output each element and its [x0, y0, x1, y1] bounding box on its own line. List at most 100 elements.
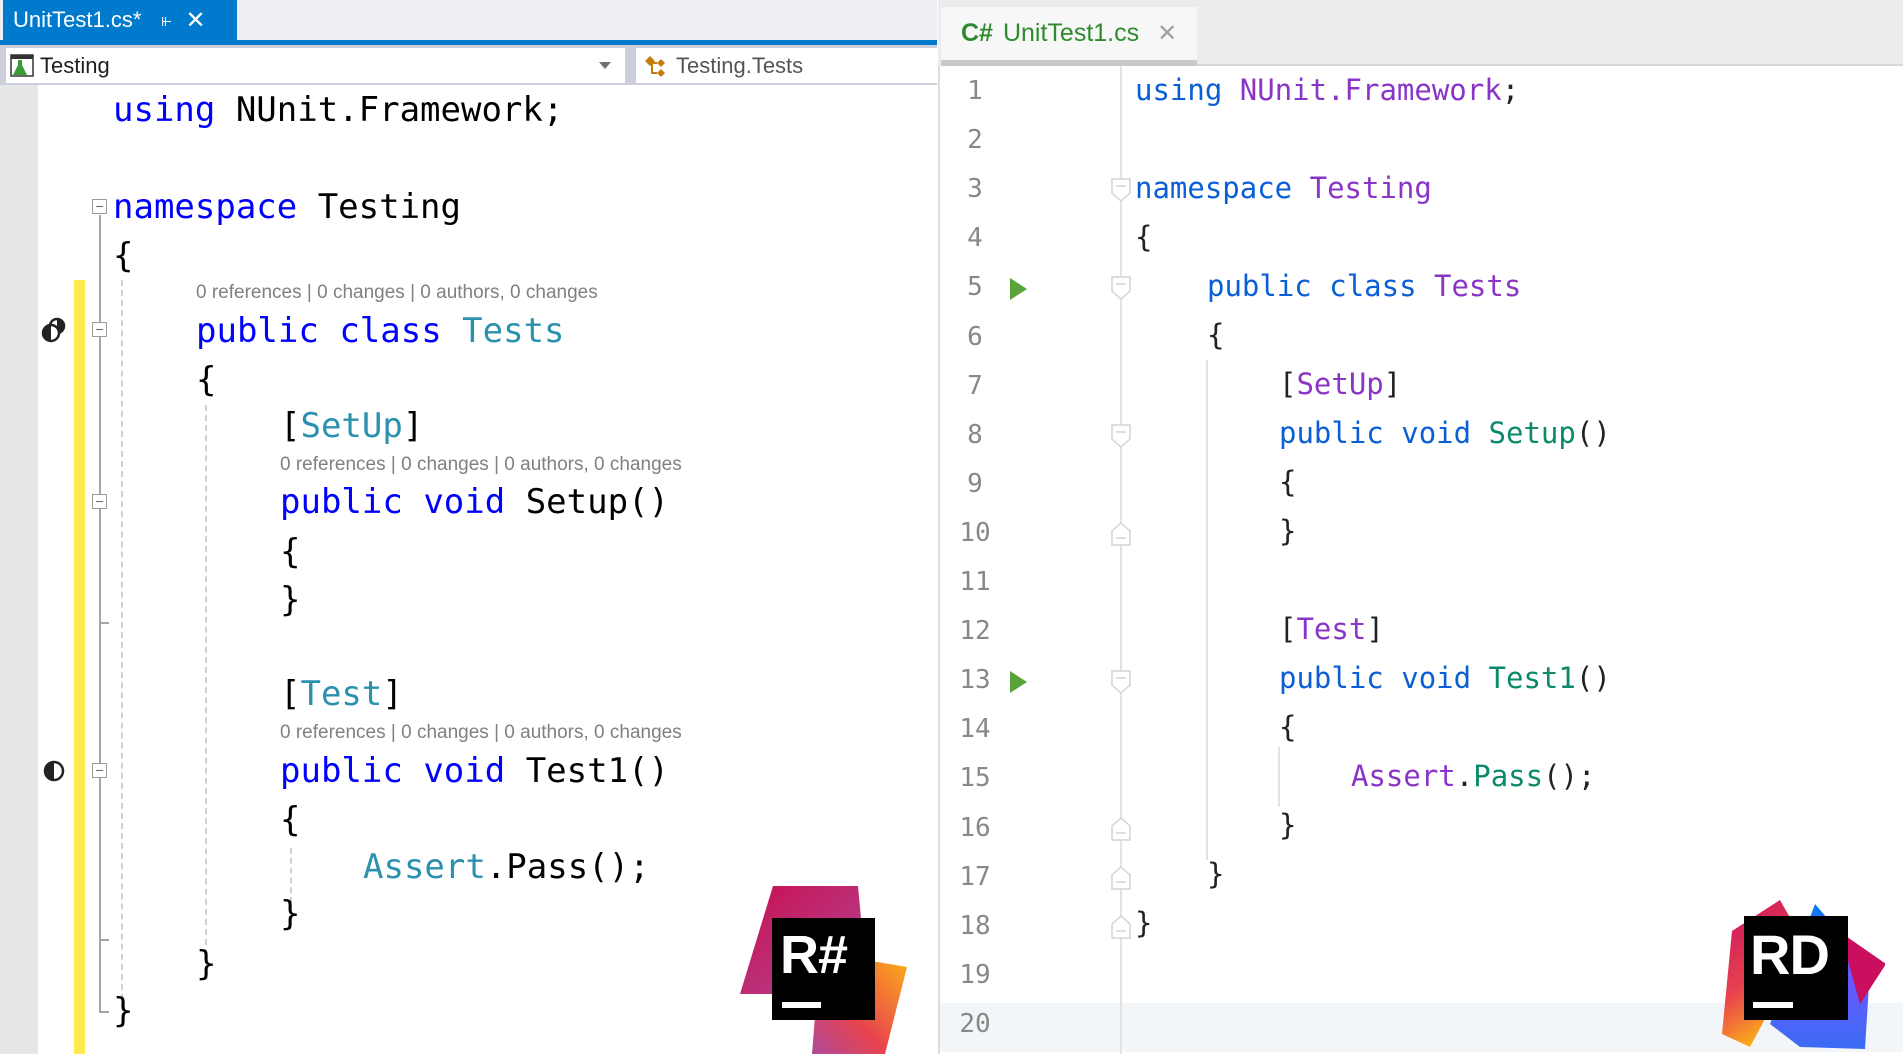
codelens-setup[interactable]: 0 references | 0 changes | 0 authors, 0 … [280, 454, 682, 476]
pane-splitter[interactable] [938, 66, 940, 1054]
class-name: Tests [462, 311, 565, 351]
fold-end-icon[interactable] [1111, 866, 1131, 890]
namespace-name: Testing [1309, 171, 1432, 205]
fold-namespace-icon[interactable] [1111, 178, 1131, 202]
bracket: [ [280, 406, 301, 446]
bracket: ] [402, 406, 424, 446]
line-number: 2 [967, 125, 983, 156]
close-icon[interactable]: ✕ [186, 6, 206, 35]
code-line-7: [SetUp] [1279, 367, 1401, 401]
method-name: Setup() [525, 482, 669, 522]
run-test-icon[interactable] [1010, 278, 1027, 301]
fold-setup-icon[interactable] [1111, 424, 1131, 448]
unit-test-status-icon[interactable] [42, 759, 66, 783]
line-number: 13 [959, 665, 991, 696]
code-line-13: public void Test1() [1279, 661, 1611, 695]
code-line-12: [Test] [1279, 612, 1384, 646]
vs-file-tab-label: UnitTest1.cs* [13, 7, 142, 32]
punctuation: () [1575, 416, 1611, 450]
csharp-file-icon: C# [961, 19, 993, 47]
vs-file-tab[interactable]: UnitTest1.cs* ⫦ ✕ [3, 0, 237, 40]
line-number: 16 [959, 812, 991, 843]
rider-file-tab[interactable]: C# UnitTest1.cs ✕ [941, 7, 1197, 60]
indent-guide [1206, 360, 1208, 860]
rider-logo: RD [1710, 884, 1886, 1054]
line-number: 1 [967, 76, 983, 106]
code-line-brace: { [280, 800, 301, 840]
code-line-8: public void Setup() [1279, 416, 1611, 450]
code-line-brace: } [280, 580, 301, 620]
method-name: Setup [1488, 416, 1576, 450]
class-name: Tests [1434, 269, 1522, 303]
outline-end-setup [99, 622, 109, 624]
class-dropdown-value: Testing.Tests [676, 52, 804, 78]
keyword: public [1207, 269, 1312, 303]
code-line-using: using NUnit.Framework; [113, 90, 563, 130]
line-number: 6 [967, 321, 983, 352]
code-line-brace: } [280, 894, 301, 934]
rider-file-tab-label: UnitTest1.cs [1002, 19, 1140, 47]
keyword: using [113, 90, 216, 130]
bracket: [ [1279, 367, 1297, 401]
line-number: 15 [959, 763, 991, 794]
codelens-test1[interactable]: 0 references | 0 changes | 0 authors, 0 … [280, 722, 682, 744]
code-line-4: { [1135, 220, 1153, 254]
indent-guide [121, 280, 123, 1010]
unit-test-session-icon[interactable] [40, 316, 68, 344]
bracket: [ [1279, 612, 1297, 646]
code-line-setup-decl: public void Setup() [280, 482, 669, 522]
keyword: using [1135, 73, 1223, 107]
code-line-brace: } [113, 991, 134, 1031]
project-dropdown[interactable]: Testing [6, 48, 625, 83]
fold-class-icon[interactable] [1111, 276, 1131, 300]
codelens-class[interactable]: 0 references | 0 changes | 0 authors, 0 … [196, 282, 598, 304]
pin-icon[interactable]: ⫦ [161, 10, 171, 31]
indent-guide [205, 405, 207, 945]
collapse-class-toggle[interactable] [92, 322, 107, 337]
resharper-logo: R# [740, 884, 910, 1054]
punctuation: . [1455, 759, 1474, 793]
code-line-brace: } [196, 944, 217, 984]
code-line-14: { [1279, 710, 1297, 744]
line-number: 3 [967, 174, 983, 205]
punctuation: () [1575, 661, 1611, 695]
code-line-6: { [1207, 318, 1225, 352]
method-name: Test1 [1488, 661, 1576, 695]
attribute-name: SetUp [300, 406, 403, 446]
code-line-brace: { [113, 236, 134, 276]
fold-end-icon[interactable] [1111, 817, 1131, 841]
keyword: public [280, 751, 403, 791]
code-line-setup-attr: [SetUp] [280, 406, 423, 446]
namespace-ref: NUnit.Framework [1239, 73, 1502, 107]
method-name: Test1() [525, 751, 669, 791]
code-line-test-attr: [Test] [280, 674, 403, 714]
collapse-namespace-toggle[interactable] [92, 199, 107, 214]
line-number: 17 [959, 861, 991, 892]
code-line-15: Assert.Pass(); [1351, 759, 1595, 793]
collapse-test1-toggle[interactable] [92, 763, 107, 778]
resharper-logo-text: R# [780, 925, 848, 985]
project-dropdown-value: Testing [40, 52, 110, 78]
line-number: 12 [959, 616, 991, 647]
punctuation: (); [1543, 759, 1596, 793]
fold-test1-icon[interactable] [1111, 670, 1131, 694]
line-number: 9 [967, 468, 983, 499]
line-number: 20 [959, 1008, 991, 1039]
code-line-test1-decl: public void Test1() [280, 751, 669, 791]
code-line-18: } [1135, 906, 1153, 940]
line-number: 10 [959, 517, 991, 548]
close-icon[interactable]: ✕ [1157, 19, 1177, 48]
code-line-brace: { [196, 360, 217, 400]
run-test-icon[interactable] [1010, 671, 1027, 694]
class-dropdown[interactable]: Testing.Tests [636, 48, 937, 83]
chevron-down-icon[interactable] [599, 62, 611, 69]
fold-end-icon[interactable] [1111, 522, 1131, 546]
bracket: ] [382, 674, 403, 714]
namespace-name: Testing [297, 187, 461, 227]
code-line-10: } [1279, 514, 1297, 548]
line-number: 18 [959, 910, 991, 941]
line-number: 4 [967, 223, 983, 254]
collapse-setup-toggle[interactable] [92, 494, 107, 509]
code-line-1: using NUnit.Framework; [1135, 73, 1519, 107]
fold-end-icon[interactable] [1111, 915, 1131, 939]
